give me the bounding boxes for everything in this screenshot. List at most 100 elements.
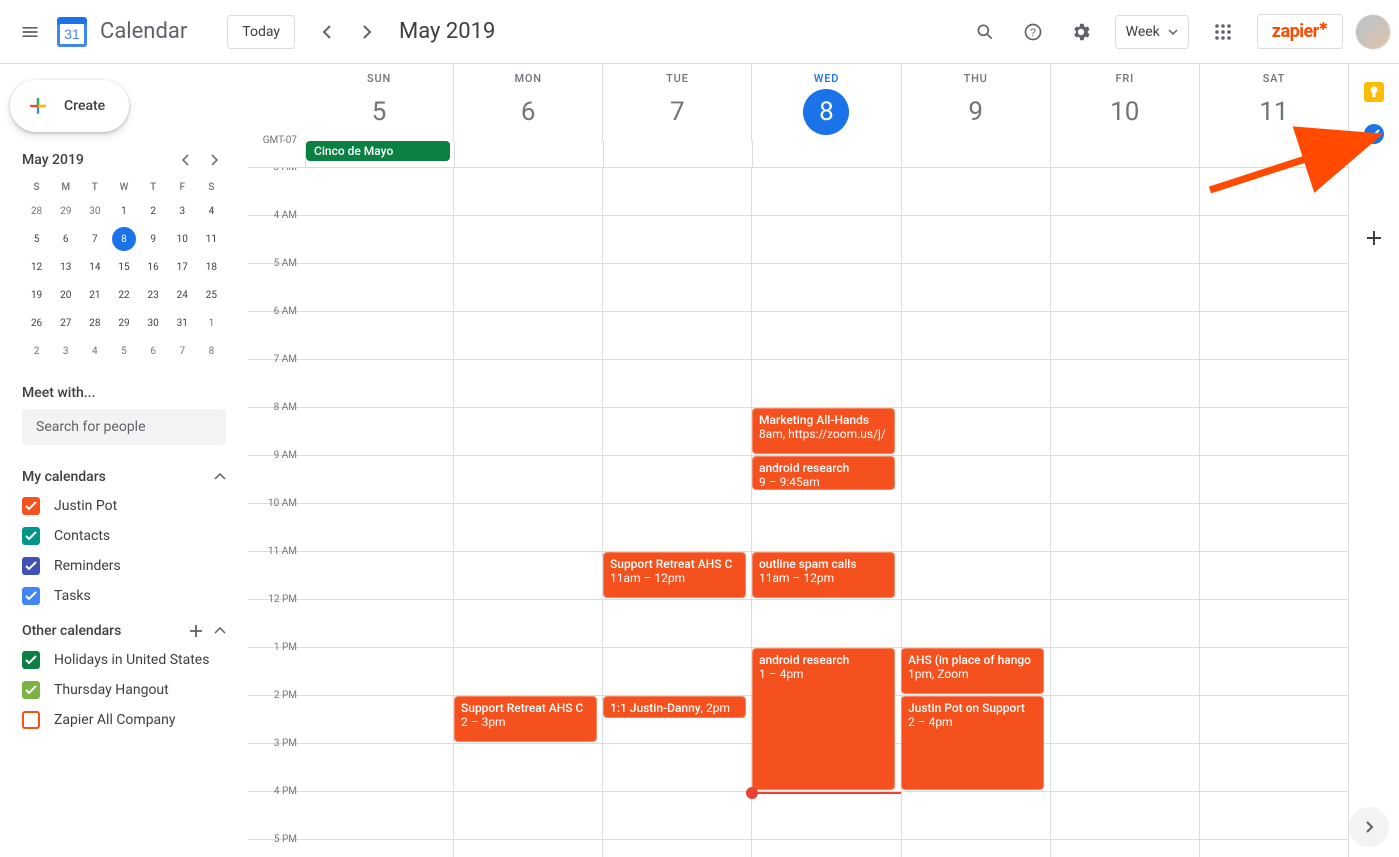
mini-day[interactable]: 21	[83, 283, 107, 307]
other-calendars-toggle[interactable]: Other calendars	[22, 617, 226, 645]
allday-cell[interactable]	[1199, 141, 1348, 167]
mini-day[interactable]: 7	[170, 339, 194, 363]
calendar-item[interactable]: Zapier All Company	[22, 705, 226, 735]
mini-day[interactable]: 17	[170, 255, 194, 279]
calendar-checkbox[interactable]	[22, 681, 40, 699]
add-calendar-icon[interactable]	[188, 623, 204, 639]
people-search-input[interactable]: Search for people	[22, 409, 226, 445]
create-button[interactable]: Create	[10, 80, 129, 132]
event[interactable]: outline spam calls11am – 12pm	[752, 552, 895, 598]
mini-day[interactable]: 3	[170, 199, 194, 223]
mini-day[interactable]: 19	[25, 283, 49, 307]
day-header[interactable]: TUE7	[602, 64, 751, 141]
allday-cell[interactable]	[752, 141, 901, 167]
mini-prev-month-button[interactable]	[174, 148, 198, 172]
mini-day[interactable]: 3	[54, 339, 78, 363]
allday-cell[interactable]	[603, 141, 752, 167]
collapse-sidepanel-button[interactable]	[1349, 807, 1389, 847]
calendar-checkbox[interactable]	[22, 711, 40, 729]
mini-day[interactable]: 24	[170, 283, 194, 307]
day-header[interactable]: THU9	[901, 64, 1050, 141]
calendar-item[interactable]: Tasks	[22, 581, 226, 611]
mini-day[interactable]: 6	[54, 227, 78, 251]
main-menu-icon[interactable]	[8, 10, 52, 54]
mini-day[interactable]: 4	[83, 339, 107, 363]
mini-day[interactable]: 30	[141, 311, 165, 335]
mini-day[interactable]: 13	[54, 255, 78, 279]
app-logo[interactable]: 31 Calendar	[52, 12, 187, 52]
mini-day[interactable]: 5	[112, 339, 136, 363]
event[interactable]: Justin Pot on Support2 – 4pm	[901, 696, 1044, 790]
event[interactable]: AHS (in place of hango1pm, Zoom	[901, 648, 1044, 694]
calendar-item[interactable]: Reminders	[22, 551, 226, 581]
account-avatar[interactable]	[1355, 14, 1391, 50]
mini-day[interactable]: 18	[199, 255, 223, 279]
mini-day[interactable]: 9	[141, 227, 165, 251]
previous-period-button[interactable]	[307, 12, 347, 52]
event[interactable]: Marketing All-Hands8am, https://zoom.us/…	[752, 408, 895, 454]
time-grid-scroll[interactable]: 3 AM4 AM5 AM6 AM7 AM8 AM9 AM10 AM11 AM12…	[248, 168, 1348, 857]
mini-day[interactable]: 7	[83, 227, 107, 251]
add-addon-icon[interactable]	[1364, 228, 1384, 248]
mini-day[interactable]: 22	[112, 283, 136, 307]
next-period-button[interactable]	[347, 12, 387, 52]
mini-day[interactable]: 6	[141, 339, 165, 363]
mini-day[interactable]: 10	[170, 227, 194, 251]
mini-day[interactable]: 12	[25, 255, 49, 279]
help-icon[interactable]: ?	[1011, 10, 1055, 54]
mini-day[interactable]: 2	[141, 199, 165, 223]
keep-icon[interactable]	[1364, 82, 1384, 102]
allday-cell[interactable]: Cinco de Mayo	[305, 141, 454, 167]
allday-cell[interactable]	[901, 141, 1050, 167]
mini-day[interactable]: 29	[112, 311, 136, 335]
mini-day[interactable]: 1	[199, 311, 223, 335]
event[interactable]: android research9 – 9:45am	[752, 456, 895, 490]
mini-day[interactable]: 11	[199, 227, 223, 251]
mini-day[interactable]: 27	[54, 311, 78, 335]
today-button[interactable]: Today	[227, 15, 295, 49]
day-header[interactable]: SUN5	[305, 64, 453, 141]
mini-day[interactable]: 23	[141, 283, 165, 307]
event[interactable]: Support Retreat AHS C2 – 3pm	[454, 696, 597, 742]
mini-day[interactable]: 1	[112, 199, 136, 223]
settings-icon[interactable]	[1059, 10, 1103, 54]
search-icon[interactable]	[963, 10, 1007, 54]
calendar-item[interactable]: Thursday Hangout	[22, 675, 226, 705]
mini-day[interactable]: 20	[54, 283, 78, 307]
event[interactable]: 1:1 Justin-Danny, 2pm	[603, 696, 746, 718]
calendar-checkbox[interactable]	[22, 557, 40, 575]
mini-day[interactable]: 31	[170, 311, 194, 335]
mini-day[interactable]: 28	[83, 311, 107, 335]
mini-day[interactable]: 15	[112, 255, 136, 279]
day-header[interactable]: FRI10	[1050, 64, 1199, 141]
calendar-item[interactable]: Contacts	[22, 521, 226, 551]
my-calendars-toggle[interactable]: My calendars	[22, 463, 226, 491]
event[interactable]: Support Retreat AHS C11am – 12pm	[603, 552, 746, 598]
calendar-checkbox[interactable]	[22, 587, 40, 605]
calendar-checkbox[interactable]	[22, 527, 40, 545]
allday-cell[interactable]	[1050, 141, 1199, 167]
mini-day[interactable]: 2	[25, 339, 49, 363]
zapier-button[interactable]: zapier✱	[1257, 14, 1343, 49]
mini-day[interactable]: 29	[54, 199, 78, 223]
view-selector[interactable]: Week	[1115, 15, 1189, 49]
mini-next-month-button[interactable]	[202, 148, 226, 172]
day-header[interactable]: MON6	[453, 64, 602, 141]
day-header[interactable]: SAT11	[1199, 64, 1348, 141]
event[interactable]: android research1 – 4pm	[752, 648, 895, 790]
mini-day[interactable]: 28	[25, 199, 49, 223]
calendar-item[interactable]: Holidays in United States	[22, 645, 226, 675]
mini-day[interactable]: 8	[112, 227, 136, 251]
mini-day[interactable]: 30	[83, 199, 107, 223]
mini-day[interactable]: 25	[199, 283, 223, 307]
calendar-checkbox[interactable]	[22, 497, 40, 515]
tasks-icon[interactable]	[1364, 124, 1384, 144]
day-header[interactable]: WED8	[751, 64, 900, 141]
mini-day[interactable]: 4	[199, 199, 223, 223]
calendar-item[interactable]: Justin Pot	[22, 491, 226, 521]
calendar-checkbox[interactable]	[22, 651, 40, 669]
mini-day[interactable]: 16	[141, 255, 165, 279]
google-apps-icon[interactable]	[1201, 10, 1245, 54]
mini-day[interactable]: 14	[83, 255, 107, 279]
allday-event[interactable]: Cinco de Mayo	[306, 141, 450, 161]
